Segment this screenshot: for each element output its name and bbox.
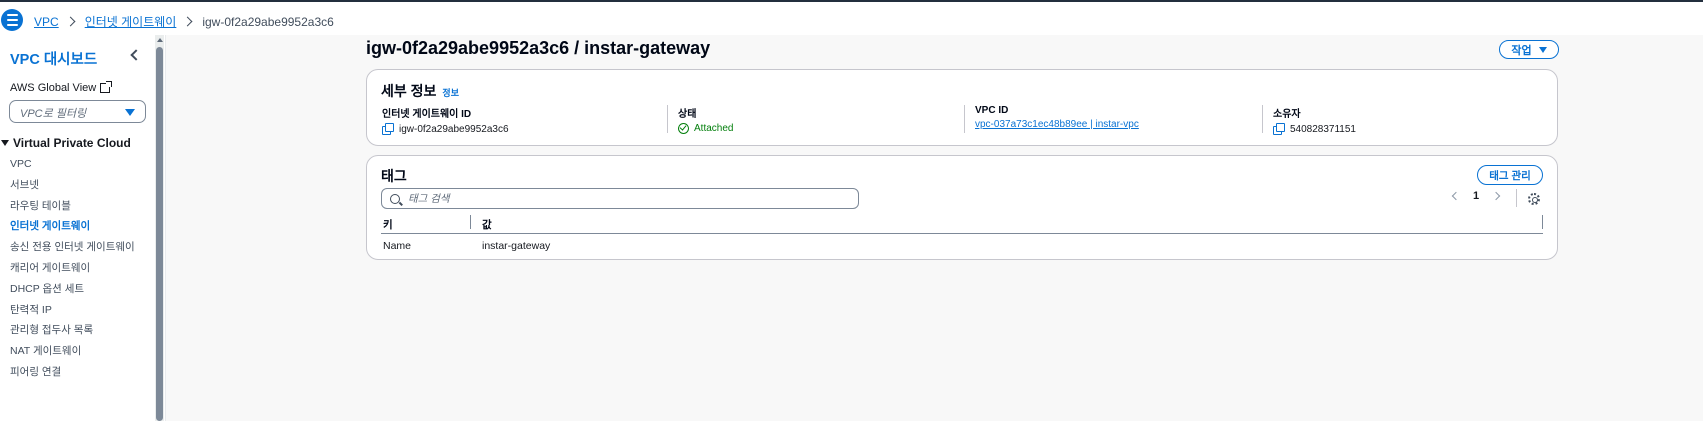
global-view-link[interactable]: AWS Global View bbox=[10, 81, 113, 94]
sidebar-item-route-tables[interactable]: 라우팅 테이블 bbox=[10, 199, 135, 220]
sidebar-section-label: Virtual Private Cloud bbox=[13, 136, 131, 150]
vpc-filter-select[interactable]: VPC로 필터링 bbox=[9, 100, 146, 123]
actions-button[interactable]: 작업 bbox=[1499, 40, 1559, 59]
search-icon bbox=[390, 193, 400, 204]
column-resizer[interactable] bbox=[1542, 215, 1543, 229]
sidebar-item-nat-gateways[interactable]: NAT 게이트웨이 bbox=[10, 344, 135, 365]
chevron-right-icon[interactable] bbox=[1491, 191, 1501, 201]
breadcrumb-igw-link[interactable]: 인터넷 게이트웨이 bbox=[85, 13, 177, 30]
tag-value-cell: instar-gateway bbox=[482, 240, 551, 252]
sidebar-item-subnets[interactable]: 서브넷 bbox=[10, 178, 135, 199]
sidebar-item-carrier-gateways[interactable]: 캐리어 게이트웨이 bbox=[10, 261, 135, 282]
manage-tags-button[interactable]: 태그 관리 bbox=[1477, 165, 1543, 185]
divider bbox=[964, 105, 965, 133]
copy-icon[interactable] bbox=[382, 123, 394, 135]
sidebar: VPC 대시보드 AWS Global View VPC로 필터링 Virtua… bbox=[0, 35, 166, 421]
sidebar-section-toggle[interactable]: Virtual Private Cloud bbox=[1, 136, 131, 150]
caret-down-icon bbox=[1538, 46, 1547, 53]
column-resizer[interactable] bbox=[470, 215, 471, 229]
field-state: 상태 Attached bbox=[667, 105, 734, 134]
tags-title: 태그 bbox=[381, 168, 407, 184]
scrollbar-thumb[interactable] bbox=[156, 47, 163, 421]
top-bar: VPC 인터넷 게이트웨이 igw-0f2a29abe9952a3c6 bbox=[0, 0, 1703, 35]
field-igw-id: 인터넷 게이트웨이 ID igw-0f2a29abe9952a3c6 bbox=[382, 105, 509, 135]
scroll-up-icon[interactable] bbox=[157, 38, 163, 42]
field-vpc-id: VPC ID vpc-037a73c1ec48b89ee | instar-vp… bbox=[964, 105, 1139, 133]
page-number[interactable]: 1 bbox=[1473, 190, 1479, 202]
divider bbox=[1516, 189, 1517, 207]
info-link[interactable]: 정보 bbox=[442, 88, 459, 98]
table-header-line bbox=[381, 233, 1543, 234]
sidebar-item-dhcp-options[interactable]: DHCP 옵션 세트 bbox=[10, 282, 135, 303]
tag-search-input[interactable] bbox=[408, 192, 848, 205]
tag-key-cell: Name bbox=[383, 240, 412, 252]
external-link-icon bbox=[100, 81, 113, 93]
global-view-label: AWS Global View bbox=[10, 82, 97, 94]
vpc-id-link[interactable]: vpc-037a73c1ec48b89ee | instar-vpc bbox=[975, 119, 1139, 130]
sidebar-item-elastic-ip[interactable]: 탄력적 IP bbox=[10, 303, 135, 324]
sidebar-scrollbar[interactable] bbox=[155, 35, 164, 421]
sidebar-item-prefix-lists[interactable]: 관리형 접두사 목록 bbox=[10, 323, 135, 344]
copy-icon[interactable] bbox=[1273, 123, 1285, 135]
owner-value: 540828371151 bbox=[1290, 123, 1356, 135]
breadcrumb: VPC 인터넷 게이트웨이 igw-0f2a29abe9952a3c6 bbox=[34, 13, 334, 30]
caret-down-icon bbox=[125, 109, 135, 116]
state-value: Attached bbox=[694, 123, 734, 134]
igw-id-value: igw-0f2a29abe9952a3c6 bbox=[399, 123, 509, 135]
column-header-value[interactable]: 값 bbox=[482, 217, 492, 232]
close-sidebar-icon[interactable] bbox=[127, 48, 141, 62]
field-label: 인터넷 게이트웨이 ID bbox=[382, 109, 472, 120]
divider bbox=[1262, 105, 1263, 133]
caret-down-icon bbox=[1, 140, 9, 146]
details-title: 세부 정보 정보 bbox=[381, 81, 459, 101]
sidebar-title[interactable]: VPC 대시보드 bbox=[10, 48, 97, 69]
tag-search[interactable] bbox=[381, 188, 859, 209]
pagination: 1 bbox=[1451, 190, 1501, 202]
field-label: 소유자 bbox=[1273, 109, 1301, 120]
breadcrumb-vpc-link[interactable]: VPC bbox=[34, 15, 59, 29]
divider bbox=[667, 105, 668, 133]
chevron-right-icon bbox=[65, 16, 76, 27]
chevron-left-icon[interactable] bbox=[1451, 191, 1461, 201]
sidebar-item-egress-only-igw[interactable]: 송신 전용 인터넷 게이트웨이 bbox=[10, 240, 135, 261]
details-panel: 세부 정보 정보 인터넷 게이트웨이 ID igw-0f2a29abe9952a3… bbox=[366, 69, 1558, 146]
chevron-right-icon bbox=[182, 16, 193, 27]
gear-icon[interactable] bbox=[1528, 193, 1540, 205]
tags-panel: 태그 태그 관리 1 키 값 Name instar-gateway bbox=[366, 155, 1558, 260]
page-title: igw-0f2a29abe9952a3c6 / instar-gateway bbox=[366, 38, 711, 58]
breadcrumb-current: igw-0f2a29abe9952a3c6 bbox=[202, 14, 334, 29]
sidebar-nav: VPC 서브넷 라우팅 테이블 인터넷 게이트웨이 송신 전용 인터넷 게이트웨… bbox=[10, 157, 135, 386]
check-circle-icon bbox=[678, 123, 689, 134]
column-header-key[interactable]: 키 bbox=[383, 217, 393, 232]
sidebar-item-peering[interactable]: 피어링 연결 bbox=[10, 365, 135, 386]
field-label: VPC ID bbox=[975, 105, 1009, 116]
field-label: 상태 bbox=[678, 109, 697, 120]
sidebar-item-internet-gateways[interactable]: 인터넷 게이트웨이 bbox=[10, 219, 135, 240]
details-title-text: 세부 정보 bbox=[381, 83, 437, 99]
field-owner: 소유자 540828371151 bbox=[1262, 105, 1356, 135]
sidebar-item-vpc[interactable]: VPC bbox=[10, 157, 135, 178]
actions-label: 작업 bbox=[1511, 44, 1532, 57]
menu-icon[interactable] bbox=[1, 9, 23, 31]
vpc-filter-placeholder: VPC로 필터링 bbox=[20, 108, 87, 120]
